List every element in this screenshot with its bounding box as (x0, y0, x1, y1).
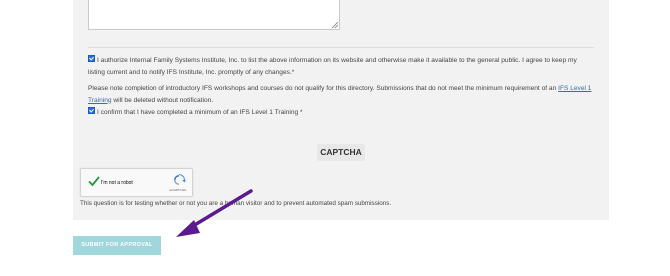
submit-for-approval-button[interactable]: SUBMIT FOR APPROVAL (73, 236, 161, 255)
captcha-title: CAPTCHA (317, 144, 365, 161)
authorize-checkbox[interactable] (88, 55, 95, 62)
confirm-label: I confirm that I have completed a minimu… (97, 109, 303, 116)
note-text: Please note completion of introductory I… (88, 83, 594, 106)
checkmark-icon (88, 176, 100, 187)
divider (88, 47, 594, 48)
note-text-before: Please note completion of introductory I… (88, 85, 559, 92)
authorize-row: I authorize Internal Family Systems Inst… (88, 55, 594, 78)
confirm-checkbox[interactable] (88, 107, 95, 114)
resize-handle-icon[interactable] (332, 22, 338, 28)
note-text-after: will be deleted without notification. (111, 96, 214, 104)
confirm-row: I confirm that I have completed a minimu… (88, 107, 594, 119)
recaptcha-logo-icon (174, 174, 186, 185)
textarea-field[interactable] (88, 0, 340, 30)
annotation-arrow-icon (176, 189, 253, 237)
authorize-label: I authorize Internal Family Systems Inst… (88, 57, 577, 76)
recaptcha-label: I'm not a robot (101, 180, 133, 186)
